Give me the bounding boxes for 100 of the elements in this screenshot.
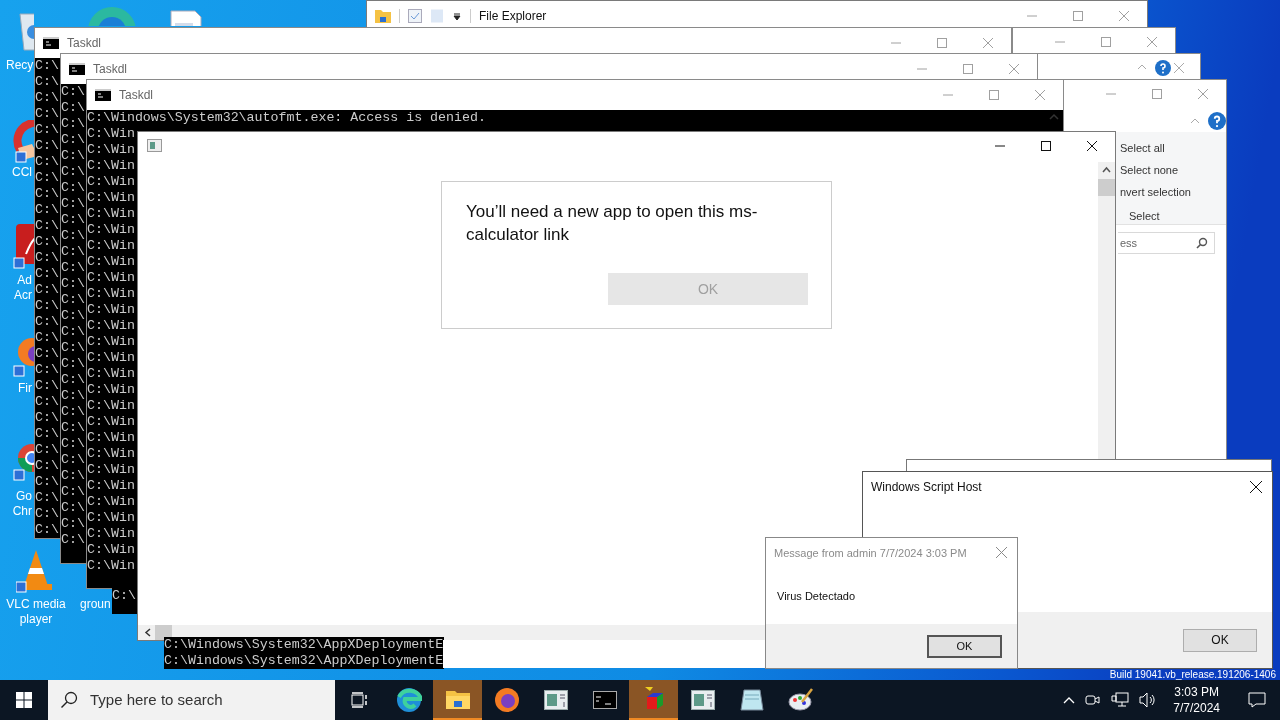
console-line: C:\: [35, 74, 59, 90]
build-text: Build 19041.vb_release.191206-1406: [1109, 669, 1276, 680]
console-line: C:\Win: [87, 126, 135, 142]
console-line: C:\Windows\System32\autofmt.exe: Access is denied.: [87, 110, 486, 126]
window-title: File Explorer: [479, 8, 547, 25]
console-line: C:\: [61, 404, 85, 420]
console-line: C:\Win: [87, 318, 135, 334]
search-field[interactable]: Type here to search: [48, 680, 335, 720]
console-line: C:\Win: [87, 190, 135, 206]
dropdown-icon[interactable]: [452, 11, 462, 21]
clock[interactable]: 3:03 PM 7/7/2024: [1167, 684, 1226, 716]
console-line: C:\Win: [87, 366, 135, 382]
console-line: C:\: [35, 346, 59, 362]
console-line: C:\: [35, 266, 59, 282]
console-line: C:\: [35, 490, 59, 506]
console-line: C:\Win: [87, 270, 135, 286]
console-line: C:\: [61, 356, 85, 372]
scroll-up-icon[interactable]: [1102, 166, 1111, 173]
console-line: C:\: [61, 324, 85, 340]
console-line: C:\Win: [87, 414, 135, 430]
checkbox-icon[interactable]: [408, 9, 422, 23]
console-line: C:\Win: [87, 254, 135, 270]
firefox-icon[interactable]: [493, 687, 520, 713]
console-line: C:\: [61, 260, 85, 276]
console-line: C:\Win: [87, 382, 135, 398]
console-line: C:\Win: [87, 238, 135, 254]
ok-button[interactable]: OK: [1183, 628, 1257, 652]
notification-icon[interactable]: [1248, 692, 1266, 708]
console-line: C:\: [35, 250, 59, 266]
console-line: C:\: [61, 84, 85, 100]
app-icon: [147, 139, 162, 152]
console-line: C:\: [35, 170, 59, 186]
window-title: Taskdl: [119, 87, 153, 104]
scrollbar-thumb[interactable]: [155, 625, 172, 640]
console-line: C:\: [61, 484, 85, 500]
folder-icon[interactable]: [445, 689, 470, 709]
console-line: C:\: [61, 212, 85, 228]
ribbon-item[interactable]: nvert selection: [1120, 184, 1191, 200]
ribbon-item[interactable]: Select all: [1120, 140, 1191, 156]
console-line: C:\: [35, 154, 59, 170]
console-line: C:\: [35, 58, 59, 74]
pdf-app-icon[interactable]: [12, 224, 34, 270]
speaker-icon[interactable]: [1139, 692, 1158, 708]
help-icon[interactable]: [1208, 112, 1226, 130]
ribbon-item[interactable]: Select none: [1120, 162, 1191, 178]
app-window-icon[interactable]: [543, 690, 568, 710]
console-line: C:\: [61, 420, 85, 436]
app-window-icon[interactable]: [690, 690, 715, 710]
console-line: C:\Win: [87, 222, 135, 238]
console-line: C:\: [35, 218, 59, 234]
console-line: C:\: [61, 388, 85, 404]
folder-icon: [375, 9, 391, 23]
console-line: C:\Win: [87, 494, 135, 510]
console-line: C:\Windows\System32\AppXDeploymentE: [164, 637, 444, 653]
collapse-icon[interactable]: [1190, 118, 1200, 124]
window-title: Message from admin 7/7/2024 3:03 PM: [774, 545, 967, 561]
console-line: C:\: [35, 186, 59, 202]
console-line: C:\Windows\System32\AppXDeploymentE: [164, 653, 444, 669]
edge-icon[interactable]: [395, 687, 422, 713]
ok-button[interactable]: OK: [927, 634, 1002, 658]
console-line: C:\: [35, 282, 59, 298]
console-line: C:\: [61, 308, 85, 324]
console-line: C:\: [35, 330, 59, 346]
close-icon[interactable]: [1087, 141, 1097, 151]
console-line: C:\Win: [87, 462, 135, 478]
console-line: C:\Win: [87, 174, 135, 190]
camera-icon[interactable]: [1085, 692, 1102, 708]
maximize-icon[interactable]: [1041, 141, 1051, 151]
console-line: C:\Win: [87, 542, 135, 558]
collapse-icon[interactable]: [1137, 64, 1147, 70]
window-title: Taskdl: [67, 35, 101, 52]
console-line: C:\: [61, 532, 85, 548]
brush-icon[interactable]: [12, 120, 34, 164]
help-icon[interactable]: [1155, 60, 1171, 76]
scroll-left-icon[interactable]: [144, 628, 151, 637]
search-field[interactable]: ess: [1118, 232, 1215, 254]
console-line: C:\Win: [87, 334, 135, 350]
chevron-up-icon[interactable]: [1063, 696, 1076, 704]
console-line: C:\: [35, 426, 59, 442]
scrollbar-thumb[interactable]: [1098, 179, 1115, 196]
console-line: C:\: [35, 474, 59, 490]
console-line: C:\: [61, 516, 85, 532]
console-icon[interactable]: [592, 691, 617, 709]
console-line: C:\: [61, 244, 85, 260]
document-icon[interactable]: [170, 10, 202, 26]
console-line: C:\: [61, 228, 85, 244]
task-view-icon[interactable]: [350, 692, 369, 708]
console-line: C:\: [61, 180, 85, 196]
search-icon: [1196, 237, 1208, 249]
notepad-icon[interactable]: [739, 689, 764, 711]
console-line: C:\Win: [87, 430, 135, 446]
console-line: C:\Win: [87, 206, 135, 222]
windows-logo-icon: [16, 692, 32, 708]
console-line: C:\Win: [87, 526, 135, 542]
palette-icon[interactable]: [787, 688, 814, 712]
search-icon: [60, 691, 78, 709]
close-icon[interactable]: [1250, 481, 1262, 493]
console-line: C:\: [35, 298, 59, 314]
network-icon[interactable]: [1111, 692, 1130, 708]
console-line: C:\: [35, 458, 59, 474]
